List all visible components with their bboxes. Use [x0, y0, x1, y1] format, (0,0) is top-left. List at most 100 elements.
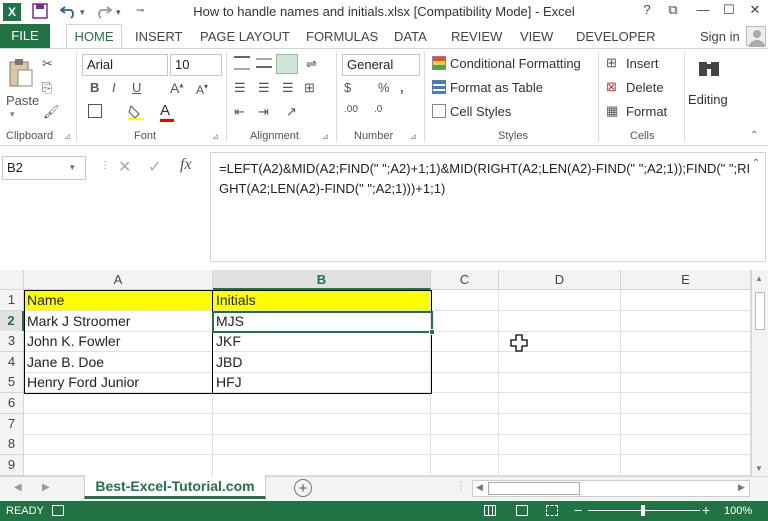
decrease-indent-icon[interactable]: ⇤	[234, 104, 245, 120]
table-cell[interactable]	[431, 434, 499, 456]
column-header[interactable]: E	[621, 270, 751, 290]
cancel-icon[interactable]: ✕	[118, 157, 131, 177]
page-break-view-icon[interactable]	[546, 505, 558, 516]
table-cell[interactable]	[213, 454, 431, 476]
table-cell[interactable]	[24, 434, 213, 456]
tab-data[interactable]: DATA	[394, 26, 427, 48]
table-cell[interactable]	[24, 393, 213, 414]
row-header[interactable]: 3	[0, 331, 24, 353]
table-cell[interactable]	[621, 310, 751, 332]
save-icon[interactable]	[32, 3, 48, 22]
table-cell[interactable]	[431, 393, 499, 414]
undo-dropdown-icon[interactable]: ▾	[80, 7, 85, 18]
table-cell[interactable]	[24, 413, 213, 435]
row-header[interactable]: 6	[0, 393, 24, 414]
increase-decimal-icon[interactable]: .00	[344, 104, 358, 115]
table-cell[interactable]	[621, 290, 751, 311]
table-cell[interactable]: Henry Ford Junior	[24, 372, 213, 394]
align-bottom-icon[interactable]	[276, 54, 298, 74]
redo-dropdown-icon[interactable]: ▾	[116, 7, 121, 18]
table-cell[interactable]: Jane B. Doe	[24, 351, 213, 373]
italic-button[interactable]: I	[112, 80, 116, 95]
table-cell[interactable]	[213, 434, 431, 456]
collapse-formula-bar-icon[interactable]: ⌃	[752, 158, 760, 169]
center-icon[interactable]: ☰	[258, 80, 270, 96]
binoculars-icon[interactable]	[696, 56, 722, 82]
tab-view[interactable]: VIEW	[520, 26, 553, 48]
align-middle-icon[interactable]	[256, 58, 272, 68]
accounting-format-icon[interactable]: $	[344, 80, 351, 95]
table-cell[interactable]	[621, 454, 751, 476]
align-top-icon[interactable]	[234, 56, 250, 70]
format-as-table-button[interactable]: Format as Table	[450, 80, 543, 95]
fill-handle[interactable]	[429, 329, 435, 335]
shrink-font-icon[interactable]: A▾	[196, 82, 208, 97]
table-cell[interactable]	[499, 434, 621, 456]
table-cell[interactable]: Name	[24, 290, 213, 311]
help-button[interactable]: ?	[636, 2, 658, 22]
zoom-in-button[interactable]: +	[702, 502, 710, 518]
table-cell[interactable]	[621, 351, 751, 373]
column-header[interactable]: A	[24, 270, 213, 290]
zoom-out-button[interactable]: −	[574, 502, 582, 518]
conditional-formatting-button[interactable]: Conditional Formatting	[450, 56, 581, 71]
row-header[interactable]: 2	[0, 310, 24, 332]
redo-icon[interactable]	[94, 3, 113, 22]
table-cell[interactable]	[499, 413, 621, 435]
row-header[interactable]: 9	[0, 454, 24, 476]
paste-button[interactable]: Paste	[6, 93, 39, 108]
scroll-left-icon[interactable]: ◀	[476, 482, 483, 493]
table-cell[interactable]	[499, 454, 621, 476]
comma-style-icon[interactable]: ,	[400, 80, 404, 95]
table-cell[interactable]	[431, 310, 499, 332]
scroll-right-icon[interactable]: ▶	[738, 482, 745, 493]
horizontal-scroll-thumb[interactable]	[488, 482, 580, 495]
row-header[interactable]: 5	[0, 372, 24, 394]
maximize-button[interactable]: ☐	[718, 2, 740, 22]
normal-view-icon[interactable]	[484, 505, 496, 516]
table-cell[interactable]	[621, 413, 751, 435]
scroll-down-icon[interactable]: ▼	[755, 464, 763, 473]
percent-style-icon[interactable]: %	[378, 80, 390, 95]
name-box-dropdown-icon[interactable]: ▾	[70, 162, 75, 173]
table-cell[interactable]: Mark J Stroomer	[24, 310, 213, 332]
align-right-icon[interactable]: ☰	[282, 80, 294, 96]
borders-icon[interactable]	[88, 104, 102, 118]
prev-sheet-icon[interactable]: ◀	[14, 482, 22, 493]
table-cell[interactable]	[499, 351, 621, 373]
column-header[interactable]: C	[431, 270, 499, 290]
next-sheet-icon[interactable]: ▶	[42, 482, 50, 493]
scroll-up-icon[interactable]: ▲	[755, 274, 763, 283]
merge-center-icon[interactable]: ⊞	[304, 80, 315, 96]
font-name-select[interactable]: Arial	[82, 54, 168, 76]
table-cell[interactable]	[499, 290, 621, 311]
collapse-ribbon-icon[interactable]: ⌃	[750, 130, 758, 141]
font-launcher-icon[interactable]: ⊿	[212, 132, 219, 141]
align-left-icon[interactable]: ☰	[234, 80, 246, 96]
format-button[interactable]: Format	[626, 104, 667, 119]
alignment-launcher-icon[interactable]: ⊿	[322, 132, 329, 141]
vertical-scroll-thumb[interactable]	[755, 292, 765, 330]
wrap-text-icon[interactable]: ⇌	[306, 56, 317, 72]
table-cell[interactable]	[431, 331, 499, 353]
grow-font-icon[interactable]: A▴	[170, 80, 183, 96]
insert-function-button[interactable]: fx	[180, 156, 192, 174]
table-cell[interactable]: JKF	[213, 331, 431, 353]
fill-color-icon[interactable]	[128, 104, 144, 120]
increase-indent-icon[interactable]: ⇥	[258, 104, 269, 120]
clipboard-launcher-icon[interactable]: ⊿	[64, 132, 71, 141]
format-painter-icon[interactable]: 🖌	[43, 104, 60, 120]
sign-in-link[interactable]: Sign in	[700, 26, 740, 48]
table-cell[interactable]	[499, 393, 621, 414]
tab-developer[interactable]: DEVELOPER	[576, 26, 655, 48]
tab-file[interactable]: FILE	[0, 24, 50, 48]
zoom-level[interactable]: 100%	[724, 505, 752, 517]
table-cell[interactable]	[621, 331, 751, 353]
row-header[interactable]: 1	[0, 290, 24, 311]
table-cell[interactable]	[431, 351, 499, 373]
table-cell[interactable]	[621, 393, 751, 414]
font-color-icon[interactable]: A	[160, 102, 174, 122]
table-cell[interactable]	[431, 413, 499, 435]
row-header[interactable]: 8	[0, 434, 24, 456]
page-layout-view-icon[interactable]	[516, 505, 528, 516]
